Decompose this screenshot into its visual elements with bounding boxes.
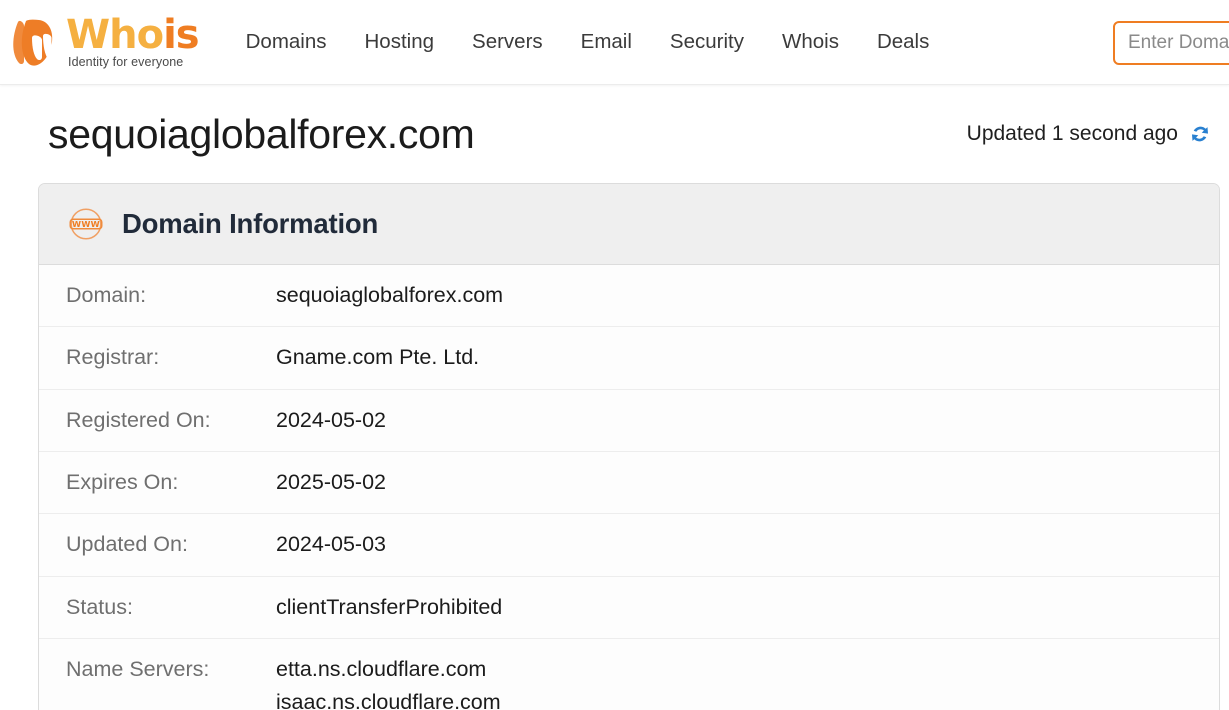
table-row: Domain: sequoiaglobalforex.com — [39, 265, 1219, 327]
row-value-expires-on: 2025-05-02 — [276, 466, 1195, 499]
table-row: Updated On: 2024-05-03 — [39, 514, 1219, 576]
row-value-domain: sequoiaglobalforex.com — [276, 279, 1195, 312]
row-label-expires-on: Expires On: — [66, 466, 276, 499]
card-header: WWW Domain Information — [39, 184, 1219, 265]
site-header: Whois Identity for everyone Domains Host… — [0, 0, 1229, 85]
domain-information-card: WWW Domain Information Domain: sequoiagl… — [38, 183, 1220, 710]
logo-wordmark-part-b: is — [163, 12, 199, 58]
row-value-name-servers: etta.ns.cloudflare.com isaac.ns.cloudfla… — [276, 653, 1195, 710]
logo-tagline: Identity for everyone — [66, 55, 199, 69]
nav-item-email[interactable]: Email — [562, 24, 651, 60]
header-search — [1113, 21, 1229, 65]
nav-item-hosting[interactable]: Hosting — [346, 24, 454, 60]
row-value-registered-on: 2024-05-02 — [276, 404, 1195, 437]
table-row: Registered On: 2024-05-02 — [39, 390, 1219, 452]
search-input[interactable] — [1113, 21, 1229, 65]
table-row: Status: clientTransferProhibited — [39, 577, 1219, 639]
row-label-domain: Domain: — [66, 279, 276, 312]
updated-status: Updated 1 second ago — [967, 121, 1213, 147]
name-server-line: etta.ns.cloudflare.com — [276, 653, 1195, 686]
logo-wordmark-part-a: Who — [66, 12, 163, 58]
nav-item-whois[interactable]: Whois — [763, 24, 858, 60]
table-row: Registrar: Gname.com Pte. Ltd. — [39, 327, 1219, 389]
nav-item-deals[interactable]: Deals — [858, 24, 948, 60]
nav-item-servers[interactable]: Servers — [453, 24, 562, 60]
page-title: sequoiaglobalforex.com — [48, 111, 474, 158]
row-value-updated-on: 2024-05-03 — [276, 528, 1195, 561]
main-nav: Domains Hosting Servers Email Security W… — [227, 24, 949, 60]
www-globe-icon: WWW — [65, 203, 107, 245]
row-label-name-servers: Name Servers: — [66, 653, 276, 686]
table-row: Name Servers: etta.ns.cloudflare.com isa… — [39, 639, 1219, 710]
row-label-registrar: Registrar: — [66, 341, 276, 374]
table-row: Expires On: 2025-05-02 — [39, 452, 1219, 514]
updated-timestamp: Updated 1 second ago — [967, 122, 1178, 146]
row-value-registrar: Gname.com Pte. Ltd. — [276, 341, 1195, 374]
brand-logo[interactable]: Whois Identity for everyone — [8, 14, 199, 70]
row-label-registered-on: Registered On: — [66, 404, 276, 437]
name-server-line: isaac.ns.cloudflare.com — [276, 686, 1195, 710]
row-value-status: clientTransferProhibited — [276, 591, 1195, 624]
nav-item-security[interactable]: Security — [651, 24, 763, 60]
logo-wordmark: Whois — [66, 16, 199, 54]
row-label-updated-on: Updated On: — [66, 528, 276, 561]
page-title-row: sequoiaglobalforex.com Updated 1 second … — [0, 85, 1229, 183]
card-title: Domain Information — [122, 208, 378, 240]
row-label-status: Status: — [66, 591, 276, 624]
refresh-sync-icon[interactable] — [1187, 121, 1213, 147]
nav-item-domains[interactable]: Domains — [227, 24, 346, 60]
whois-swoosh-logo-icon — [8, 14, 64, 70]
svg-text:WWW: WWW — [72, 219, 100, 229]
card-body: Domain: sequoiaglobalforex.com Registrar… — [39, 265, 1219, 710]
